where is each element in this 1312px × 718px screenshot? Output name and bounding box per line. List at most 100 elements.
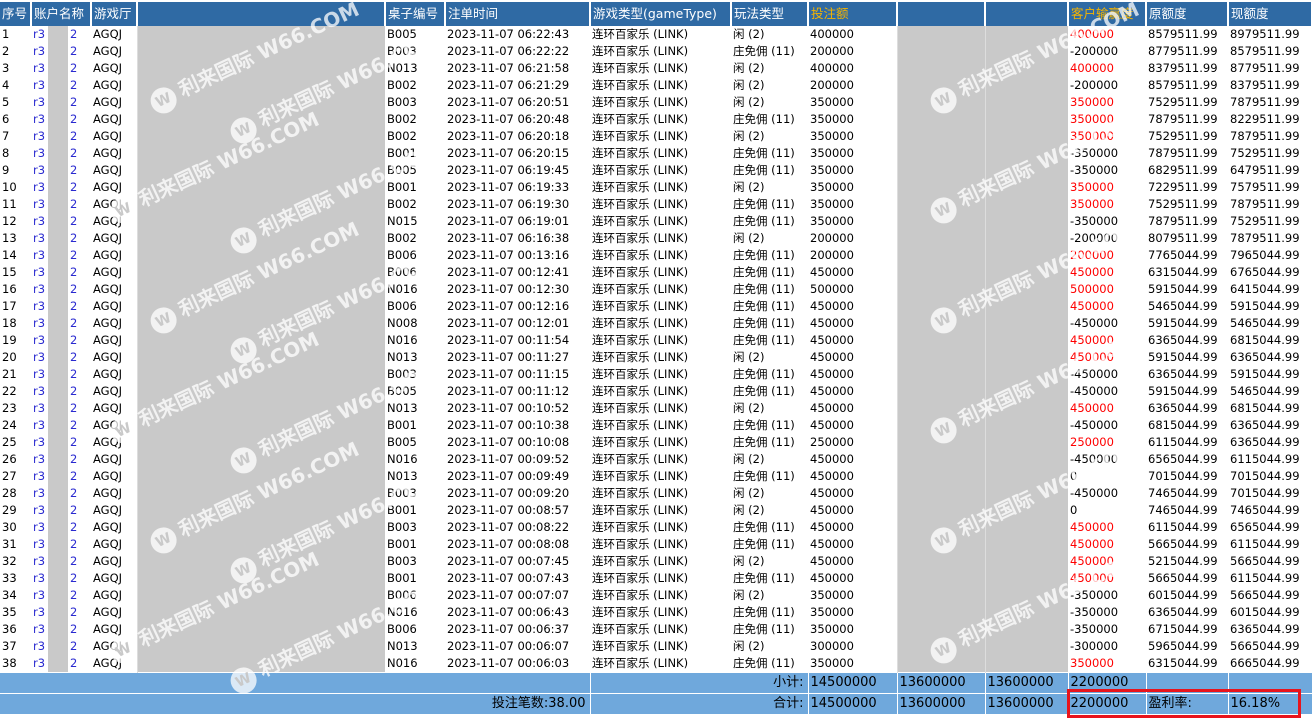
subtotal-col2: 13600000 bbox=[897, 672, 986, 694]
total-bet: 14500000 bbox=[808, 693, 898, 714]
table-row[interactable]: 37 r3 2 AGQJ N013 2023-11-07 00:06:07 连环百家乐 (L… bbox=[0, 638, 1312, 655]
table-row[interactable]: 11 r3 2 AGQJ B002 2023-11-07 06:19:30 连环百家乐 (L… bbox=[0, 196, 1312, 213]
row-index: 34 bbox=[2, 588, 17, 602]
table-row[interactable]: 14 r3 2 AGQJ B006 2023-11-07 00:13:16 连环百家乐 (L… bbox=[0, 247, 1312, 264]
table-row[interactable]: 2 r3 2 AGQJ B003 2023-11-07 06:22:22 连环百家乐 (LI… bbox=[0, 43, 1312, 60]
table-row[interactable]: 15 r3 2 AGQJ B006 2023-11-07 00:12:41 连环百家乐 (L… bbox=[0, 264, 1312, 281]
row-index: 19 bbox=[2, 333, 17, 347]
win-loss: -350000 bbox=[1070, 622, 1119, 636]
play-type: 庄免佣 (11) bbox=[733, 605, 795, 619]
table-row[interactable]: 8 r3 2 AGQJ B001 2023-11-07 06:20:15 连环百家乐 (LI… bbox=[0, 145, 1312, 162]
table-row[interactable]: 25 r3 2 AGQJ B005 2023-11-07 00:10:08 连环百家乐 (L… bbox=[0, 434, 1312, 451]
table-row[interactable]: 22 r3 2 AGQJ B005 2023-11-07 00:11:12 连环百家乐 (L… bbox=[0, 383, 1312, 400]
bet-time: 2023-11-07 00:12:41 bbox=[447, 265, 570, 279]
col-current-credit[interactable]: 现额度 bbox=[1228, 2, 1312, 26]
bet-amount: 450000 bbox=[810, 571, 854, 585]
original-credit: 5665044.99 bbox=[1148, 571, 1218, 585]
table-row[interactable]: 12 r3 2 AGQJ N015 2023-11-07 06:19:01 连环百家乐 (L… bbox=[0, 213, 1312, 230]
table-row[interactable]: 19 r3 2 AGQJ N016 2023-11-07 00:11:54 连环百家乐 (L… bbox=[0, 332, 1312, 349]
current-credit: 8579511.99 bbox=[1230, 44, 1300, 58]
table-row[interactable]: 29 r3 2 AGQJ B001 2023-11-07 00:08:57 连环百家乐 (L… bbox=[0, 502, 1312, 519]
col-hall[interactable]: 游戏厅 bbox=[91, 2, 138, 26]
original-credit: 7015044.99 bbox=[1148, 469, 1218, 483]
table-row[interactable]: 17 r3 2 AGQJ B006 2023-11-07 00:12:16 连环百家乐 (L… bbox=[0, 298, 1312, 315]
table-row[interactable]: 7 r3 2 AGQJ B002 2023-11-07 06:20:18 连环百家乐 (LI… bbox=[0, 128, 1312, 145]
hall: AGQJ bbox=[93, 435, 123, 449]
redacted-block bbox=[48, 111, 69, 128]
table-row[interactable]: 26 r3 2 AGQJ N016 2023-11-07 00:09:52 连环百家乐 (L… bbox=[0, 451, 1312, 468]
account-prefix: r3 bbox=[33, 333, 46, 347]
table-row[interactable]: 4 r3 2 AGQJ B002 2023-11-07 06:21:29 连环百家乐 (LI… bbox=[0, 77, 1312, 94]
redacted-block bbox=[48, 281, 69, 298]
account-suffix: 2 bbox=[70, 44, 78, 58]
table-row[interactable]: 34 r3 2 AGQJ B006 2023-11-07 00:07:07 连环百家乐 (L… bbox=[0, 587, 1312, 604]
table-row[interactable]: 21 r3 2 AGQJ B003 2023-11-07 00:11:15 连环百家乐 (L… bbox=[0, 366, 1312, 383]
redacted bbox=[984, 281, 1068, 298]
account-prefix: r3 bbox=[33, 265, 46, 279]
table-row[interactable]: 28 r3 2 AGQJ B003 2023-11-07 00:09:20 连环百家乐 (L… bbox=[0, 485, 1312, 502]
win-loss: 450000 bbox=[1070, 401, 1114, 415]
table-row[interactable]: 16 r3 2 AGQJ N016 2023-11-07 00:12:30 连环百家乐 (L… bbox=[0, 281, 1312, 298]
col-bet-time[interactable]: 注单时间 bbox=[445, 2, 591, 26]
table-row[interactable]: 18 r3 2 AGQJ N008 2023-11-07 00:12:01 连环百家乐 (L… bbox=[0, 315, 1312, 332]
account-suffix: 2 bbox=[70, 231, 78, 245]
current-credit: 6815044.99 bbox=[1230, 333, 1300, 347]
redacted bbox=[984, 179, 1068, 196]
redacted bbox=[136, 94, 385, 111]
col-bet-amount[interactable]: 投注额 bbox=[808, 2, 898, 26]
account-prefix: r3 bbox=[33, 435, 46, 449]
table-row[interactable]: 23 r3 2 AGQJ N013 2023-11-07 00:10:52 连环百家乐 (L… bbox=[0, 400, 1312, 417]
col-win-loss[interactable]: 客户输赢度 bbox=[1068, 2, 1147, 26]
col-index[interactable]: 序号 bbox=[0, 2, 32, 26]
current-credit: 6365044.99 bbox=[1230, 418, 1300, 432]
table-row[interactable]: 33 r3 2 AGQJ B001 2023-11-07 00:07:43 连环百家乐 (L… bbox=[0, 570, 1312, 587]
row-index: 15 bbox=[2, 265, 17, 279]
table-row[interactable]: 32 r3 2 AGQJ B003 2023-11-07 00:07:45 连环百家乐 (L… bbox=[0, 553, 1312, 570]
table-row[interactable]: 31 r3 2 AGQJ B001 2023-11-07 00:08:08 连环百家乐 (L… bbox=[0, 536, 1312, 553]
table-row[interactable]: 1 r3 2 AGQJ B005 2023-11-07 06:22:43 连环百家乐 (LI… bbox=[0, 26, 1312, 43]
account-suffix: 2 bbox=[70, 418, 78, 432]
table-row[interactable]: 5 r3 2 AGQJ B003 2023-11-07 06:20:51 连环百家乐 (LI… bbox=[0, 94, 1312, 111]
table-row[interactable]: 13 r3 2 AGQJ B002 2023-11-07 06:16:38 连环百家乐 (L… bbox=[0, 230, 1312, 247]
redacted bbox=[136, 587, 385, 604]
hall: AGQJ bbox=[93, 639, 123, 653]
hall: AGQJ bbox=[93, 214, 123, 228]
win-loss: 250000 bbox=[1070, 435, 1114, 449]
redacted bbox=[136, 26, 385, 43]
account-suffix: 2 bbox=[70, 95, 78, 109]
account-name: r3 2 bbox=[31, 638, 91, 655]
win-loss: 350000 bbox=[1070, 129, 1114, 143]
col-account[interactable]: 账户名称 bbox=[31, 2, 92, 26]
redacted bbox=[984, 383, 1068, 400]
table-row[interactable]: 3 r3 2 AGQJ N013 2023-11-07 06:21:58 连环百家乐 (LI… bbox=[0, 60, 1312, 77]
table-row[interactable]: 38 r3 2 AGQJ N016 2023-11-07 00:06:03 连环百家乐 (L… bbox=[0, 655, 1312, 673]
account-name: r3 2 bbox=[31, 26, 91, 43]
redacted bbox=[896, 570, 985, 587]
table-row[interactable]: 35 r3 2 AGQJ N016 2023-11-07 00:06:43 连环百家乐 (L… bbox=[0, 604, 1312, 621]
table-row[interactable]: 24 r3 2 AGQJ B001 2023-11-07 00:10:38 连环百家乐 (L… bbox=[0, 417, 1312, 434]
col-game-type[interactable]: 游戏类型(gameType) bbox=[590, 2, 732, 26]
table-row[interactable]: 10 r3 2 AGQJ B001 2023-11-07 06:19:33 连环百家乐 (L… bbox=[0, 179, 1312, 196]
row-index: 5 bbox=[2, 95, 10, 109]
account-name: r3 2 bbox=[31, 77, 91, 94]
table-row[interactable]: 20 r3 2 AGQJ N013 2023-11-07 00:11:27 连环百家乐 (L… bbox=[0, 349, 1312, 366]
table-row[interactable]: 27 r3 2 AGQJ N013 2023-11-07 00:09:49 连环百家乐 (L… bbox=[0, 468, 1312, 485]
bet-time: 2023-11-07 06:20:18 bbox=[447, 129, 570, 143]
col-original-credit[interactable]: 原额度 bbox=[1146, 2, 1229, 26]
play-type: 庄免佣 (11) bbox=[733, 282, 795, 296]
bet-time: 2023-11-07 06:19:30 bbox=[447, 197, 570, 211]
redacted-block bbox=[48, 94, 69, 111]
bet-amount: 350000 bbox=[810, 622, 854, 636]
col-table-no[interactable]: 桌子编号 bbox=[385, 2, 446, 26]
account-name: r3 2 bbox=[31, 417, 91, 434]
table-row[interactable]: 30 r3 2 AGQJ B003 2023-11-07 00:08:22 连环百家乐 (L… bbox=[0, 519, 1312, 536]
redacted bbox=[136, 332, 385, 349]
redacted bbox=[896, 77, 985, 94]
account-suffix: 2 bbox=[70, 469, 78, 483]
account-name: r3 2 bbox=[31, 655, 91, 673]
play-type: 闲 (2) bbox=[733, 129, 765, 143]
table-row[interactable]: 36 r3 2 AGQJ B006 2023-11-07 00:06:37 连环百家乐 (L… bbox=[0, 621, 1312, 638]
col-play-type[interactable]: 玩法类型 bbox=[731, 2, 809, 26]
table-row[interactable]: 9 r3 2 AGQJ B005 2023-11-07 06:19:45 连环百家乐 (LI… bbox=[0, 162, 1312, 179]
table-row[interactable]: 6 r3 2 AGQJ B002 2023-11-07 06:20:48 连环百家乐 (LI… bbox=[0, 111, 1312, 128]
